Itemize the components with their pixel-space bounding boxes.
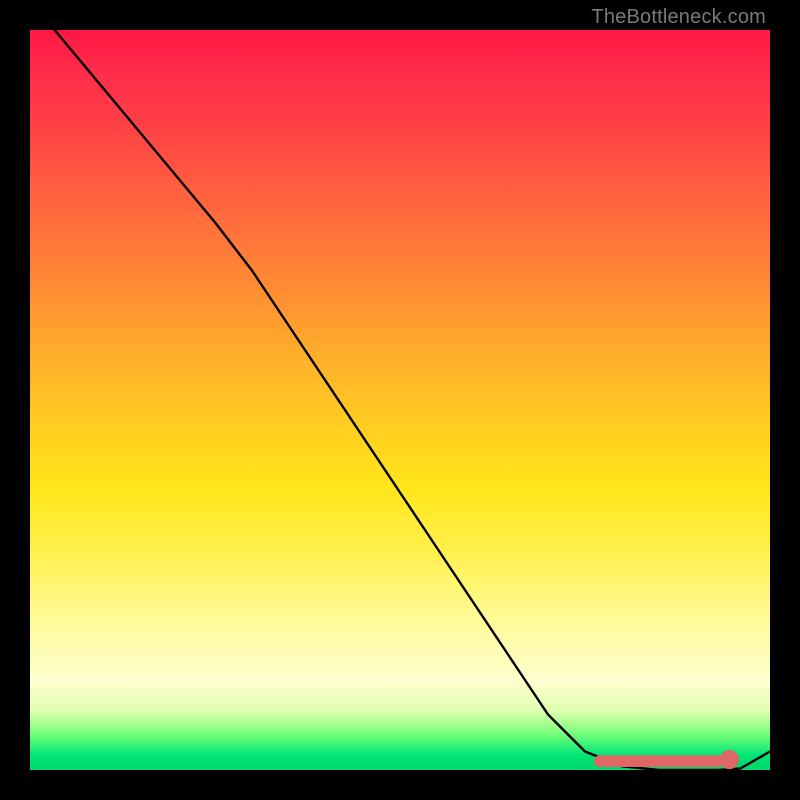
optimum-point-marker — [720, 750, 739, 769]
bottleneck-line — [30, 0, 770, 770]
chart-overlay — [30, 30, 770, 770]
watermark-text: TheBottleneck.com — [591, 6, 766, 29]
chart-frame: TheBottleneck.com — [0, 0, 800, 800]
